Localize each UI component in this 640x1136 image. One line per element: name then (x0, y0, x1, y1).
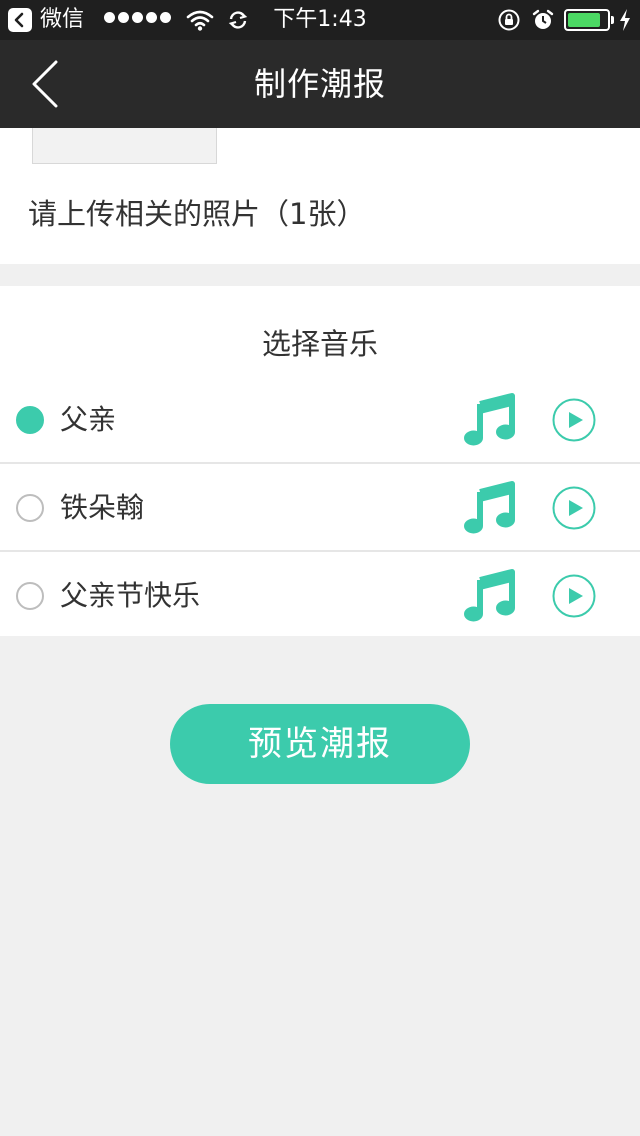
radio-button[interactable] (16, 582, 44, 610)
alarm-icon (531, 8, 555, 38)
music-option[interactable]: 铁朵翰 (0, 462, 640, 550)
battery-tip (611, 16, 614, 24)
photo-upload-section: 请上传相关的照片（1张） (0, 128, 640, 264)
music-note-icon (464, 481, 515, 534)
play-circle-icon[interactable] (552, 574, 596, 618)
status-bar: 微信 下午1:43 (0, 0, 640, 40)
battery-icon (564, 9, 610, 31)
music-option-label: 父亲节快乐 (60, 579, 201, 612)
music-option[interactable]: 父亲节快乐 (0, 550, 640, 638)
photo-upload-slot[interactable] (32, 128, 217, 164)
radio-button[interactable] (16, 494, 44, 522)
charging-icon (618, 8, 632, 38)
play-circle-icon[interactable] (552, 486, 596, 530)
preview-poster-button[interactable]: 预览潮报 (170, 704, 470, 784)
music-selection-section: 选择音乐 父亲 铁朵翰 父亲节快乐 (0, 286, 640, 636)
play-circle-icon[interactable] (552, 398, 596, 442)
music-option[interactable]: 父亲 (0, 376, 640, 464)
page-title: 制作潮报 (253, 65, 386, 103)
music-option-label: 父亲 (60, 403, 117, 436)
music-option-label: 铁朵翰 (60, 491, 145, 524)
chevron-left-icon (32, 60, 58, 108)
music-note-icon (464, 393, 515, 446)
navigation-bar: 制作潮报 (0, 40, 640, 128)
battery-level-fill (568, 13, 600, 27)
rotation-lock-icon (497, 8, 521, 38)
radio-button[interactable] (16, 406, 44, 434)
back-button[interactable] (28, 60, 64, 108)
music-note-icon (464, 569, 515, 622)
upload-hint: 请上传相关的照片（1张） (28, 197, 366, 231)
music-section-title: 选择音乐 (261, 327, 378, 361)
